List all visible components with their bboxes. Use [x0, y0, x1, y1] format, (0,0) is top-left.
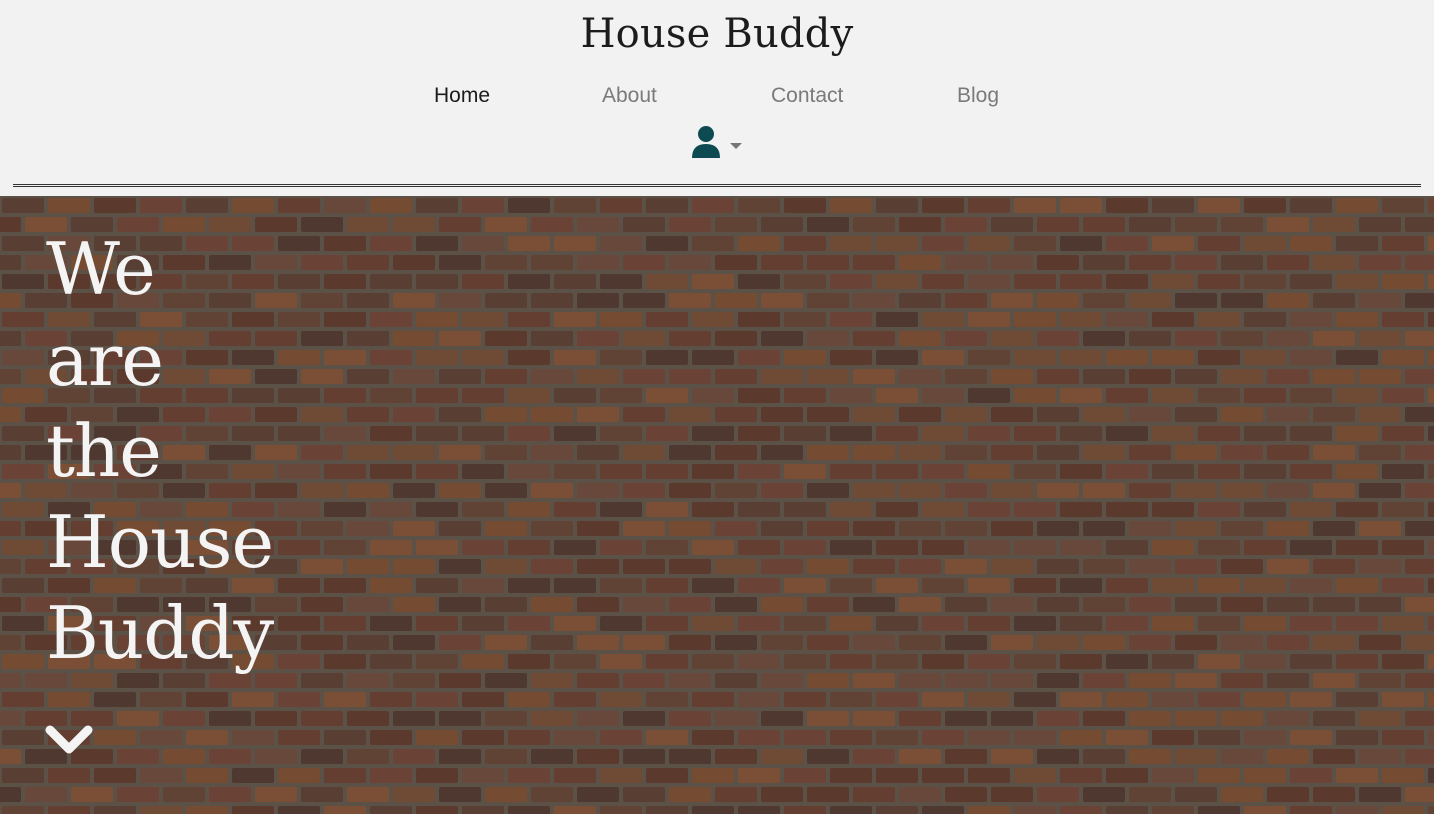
hero-title: We are the House Buddy [46, 224, 274, 679]
user-icon [692, 126, 720, 158]
nav-contact-link[interactable]: Contact [771, 80, 843, 112]
hero-title-line: Buddy [46, 591, 274, 675]
hero-title-line: House [46, 500, 274, 584]
caret-down-icon [730, 143, 742, 149]
account-dropdown-toggle[interactable] [690, 124, 746, 160]
header-divider [13, 184, 1421, 187]
nav-home-link[interactable]: Home [434, 80, 490, 112]
chevron-down-icon [45, 725, 93, 754]
hero-title-line: the [46, 409, 162, 493]
nav-blog-link[interactable]: Blog [957, 80, 999, 112]
site-brand-link[interactable]: House Buddy [0, 8, 1434, 60]
hero-section: We are the House Buddy [0, 196, 1434, 814]
hero-title-line: We [46, 227, 156, 311]
hero-title-line: are [46, 318, 164, 402]
scroll-down-button[interactable] [44, 722, 94, 758]
main-nav: Home About Contact Blog [0, 80, 1434, 112]
site-header: House Buddy Home About Contact Blog [0, 0, 1434, 196]
nav-about-link[interactable]: About [602, 80, 657, 112]
